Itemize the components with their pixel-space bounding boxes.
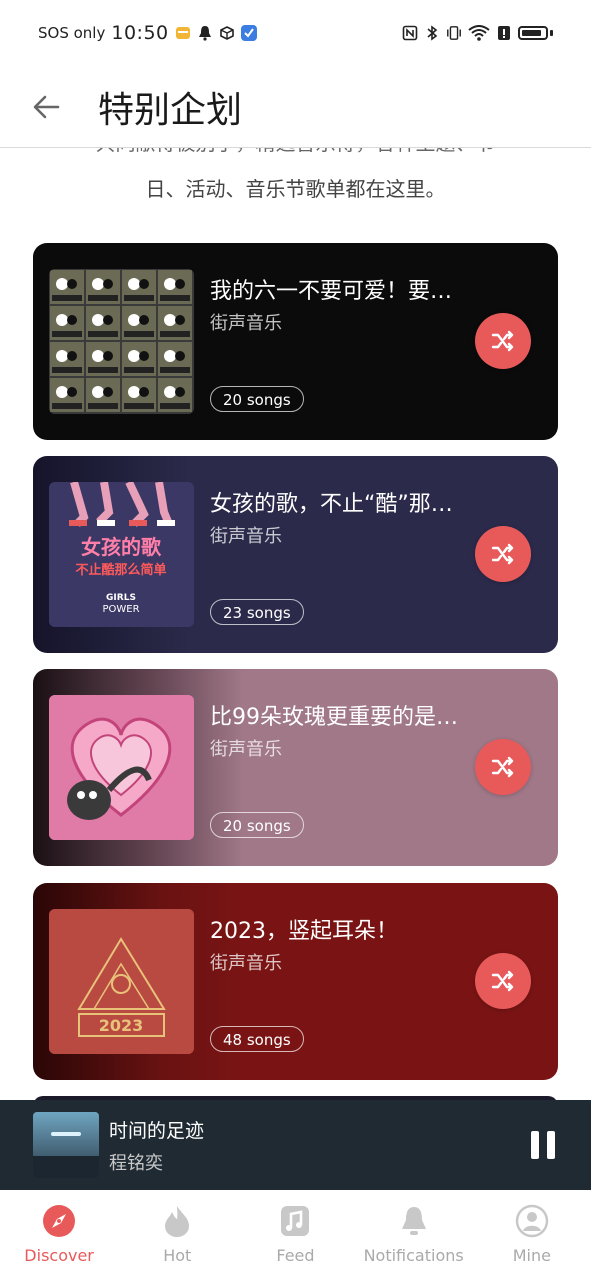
cover-girls-text: GIRLS: [106, 593, 136, 603]
nav-label: Notifications: [363, 1246, 464, 1265]
playlist-title: 我的六一不要可爱！要…: [210, 279, 453, 304]
nav-feed[interactable]: Feed: [236, 1190, 354, 1265]
now-playing-info: 时间的足迹 程铭奕: [109, 1116, 515, 1175]
app-status-icon: [240, 25, 257, 41]
nav-label: Feed: [276, 1246, 315, 1265]
page-title: 特别企划: [98, 89, 243, 131]
playlist-title: 2023，竖起耳朵！: [210, 919, 398, 944]
wifi-icon: [468, 25, 490, 41]
user-icon: [515, 1204, 549, 1238]
wallet-icon: [175, 25, 191, 41]
nav-discover[interactable]: Discover: [0, 1190, 118, 1265]
status-right: [402, 25, 553, 41]
bottom-nav: Discover Hot Feed Notifications Mine: [0, 1190, 591, 1280]
cube-icon: [219, 25, 235, 41]
playlist-card[interactable]: 比99朵玫瑰更重要的是… 街声音乐 20 songs: [33, 669, 558, 866]
nav-label: Hot: [163, 1246, 192, 1265]
now-playing-artist: 程铭奕: [109, 1152, 163, 1174]
shuffle-icon: [491, 543, 514, 565]
shuffle-play-button[interactable]: [475, 953, 531, 1009]
shuffle-play-button[interactable]: [475, 739, 531, 795]
status-time: 10:50: [111, 22, 169, 44]
shuffle-play-button[interactable]: [475, 313, 531, 369]
nav-mine[interactable]: Mine: [473, 1190, 591, 1265]
nav-label: Mine: [512, 1246, 551, 1265]
pause-icon-bar-left: [531, 1131, 539, 1159]
cover-subtitle-text: 不止酷那么简单: [75, 562, 166, 578]
bluetooth-icon: [424, 25, 440, 41]
nav-label: Discover: [24, 1246, 94, 1265]
shuffle-icon: [491, 756, 514, 778]
nav-notifications[interactable]: Notifications: [355, 1190, 473, 1265]
battery-icon: [518, 26, 548, 40]
song-count-badge: 20 songs: [210, 386, 304, 412]
nav-hot[interactable]: Hot: [118, 1190, 236, 1265]
back-arrow-icon: [33, 95, 60, 118]
playlist-curator: 街声音乐: [210, 313, 282, 334]
pause-button[interactable]: [515, 1117, 571, 1173]
battery-cap: [550, 30, 553, 36]
playlist-cover-image: 女孩的歌 不止酷那么简单 GIRLS POWER: [49, 482, 194, 627]
compass-icon: [43, 1205, 76, 1237]
playlist-curator: 街声音乐: [210, 526, 282, 547]
cover-title-text: 女孩的歌: [81, 535, 162, 559]
status-bar: SOS only 10:50: [0, 0, 591, 66]
bell-icon: [401, 1207, 426, 1235]
shuffle-icon: [491, 330, 514, 352]
pause-icon-bar-right: [547, 1131, 555, 1159]
now-playing-cover: [33, 1112, 99, 1178]
playlist-curator: 街声音乐: [210, 739, 282, 760]
app-header: 特别企划: [0, 66, 591, 148]
carrier-label: SOS only: [38, 24, 106, 42]
now-playing-bar[interactable]: 时间的足迹 程铭奕: [0, 1100, 591, 1190]
shuffle-play-button[interactable]: [475, 526, 531, 582]
intro-line-2: 日、活动、音乐节歌单都在这里。: [145, 177, 446, 201]
playlist-cover-image: [49, 695, 194, 840]
playlist-cover-image: [49, 269, 194, 414]
flame-icon: [165, 1206, 190, 1237]
cover-year-text: 2023: [99, 1016, 144, 1035]
playlist-title: 女孩的歌，不止“酷”那…: [210, 492, 453, 517]
song-count-badge: 23 songs: [210, 599, 304, 625]
playlist-cover-image: 2023: [49, 909, 194, 1054]
alert-icon: [496, 25, 512, 41]
nfc-icon: [402, 25, 418, 41]
playlist-curator: 街声音乐: [210, 953, 282, 974]
now-playing-title: 时间的足迹: [109, 1119, 205, 1142]
shuffle-icon: [491, 970, 514, 992]
playlist-title: 比99朵玫瑰更重要的是…: [210, 705, 458, 730]
status-left: SOS only 10:50: [38, 22, 257, 44]
cover-power-text: POWER: [102, 604, 139, 615]
bell-status-icon: [197, 25, 213, 41]
playlist-card[interactable]: 2023 2023，竖起耳朵！ 街声音乐 48 songs: [33, 883, 558, 1080]
playlist-card[interactable]: 女孩的歌 不止酷那么简单 GIRLS POWER 女孩的歌，不止“酷”那… 街声…: [33, 456, 558, 653]
vibrate-icon: [446, 25, 462, 41]
music-note-icon: [281, 1206, 310, 1236]
playlist-card[interactable]: 我的六一不要可爱！要… 街声音乐 20 songs: [33, 243, 558, 440]
back-button[interactable]: [26, 87, 66, 127]
song-count-badge: 20 songs: [210, 812, 304, 838]
song-count-badge: 48 songs: [210, 1026, 304, 1052]
